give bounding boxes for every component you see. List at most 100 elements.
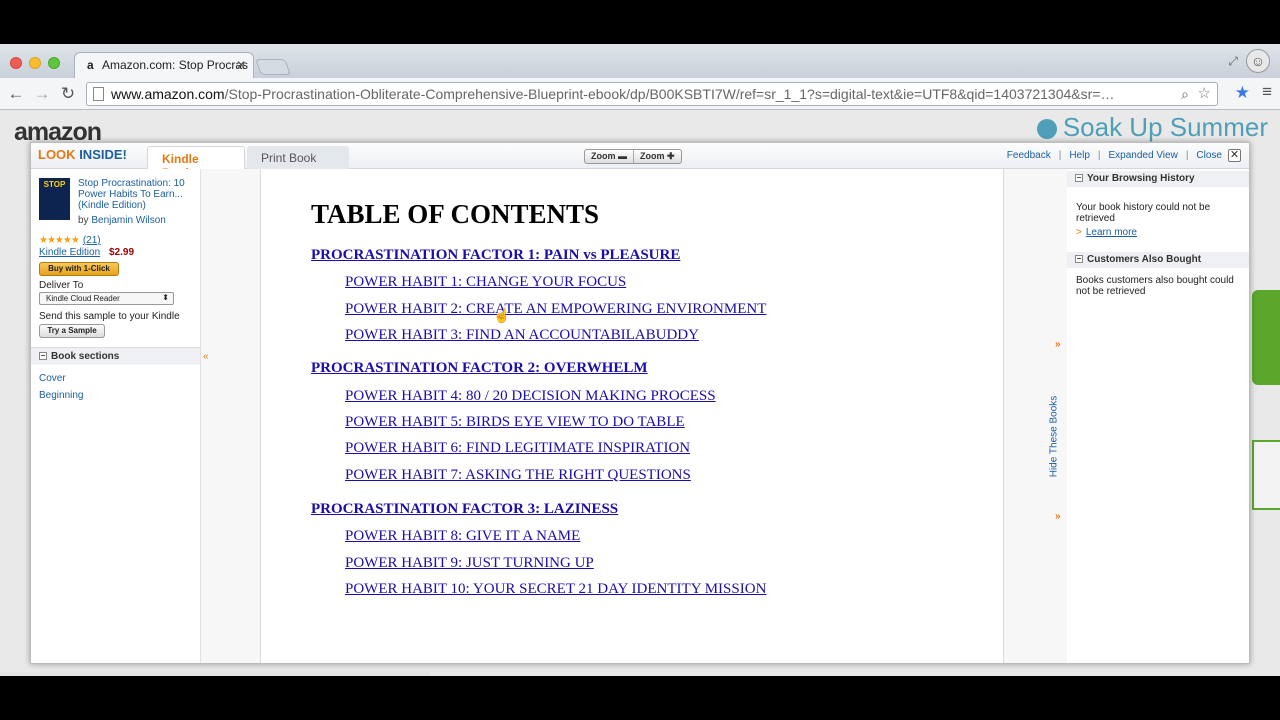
toc-habit-7[interactable]: POWER HABIT 7: ASKING THE RIGHT QUESTION…	[345, 467, 691, 484]
banner-text: Soak Up Summer	[1062, 112, 1268, 142]
toc-habit-3[interactable]: POWER HABIT 3: FIND AN ACCOUNTABILABUDDY	[345, 327, 699, 344]
section-link-beginning[interactable]: Beginning	[39, 390, 83, 401]
toc-factor-1[interactable]: PROCRASTINATION FACTOR 1: PAIN vs PLEASU…	[311, 247, 680, 264]
collapse-left-panel-icon[interactable]: «	[203, 351, 209, 362]
book-cover-thumbnail[interactable]: STOP	[39, 178, 70, 220]
toc-habit-9[interactable]: POWER HABIT 9: JUST TURNING UP	[345, 555, 594, 572]
side-panel	[1252, 440, 1280, 510]
toc-habit-4[interactable]: POWER HABIT 4: 80 / 20 DECISION MAKING P…	[345, 388, 716, 405]
browser-toolbar: ← → ↻ www.amazon.com/Stop-Procrastinatio…	[0, 78, 1280, 110]
author-link[interactable]: Benjamin Wilson	[91, 215, 165, 226]
browsing-history-title: Your Browsing History	[1087, 173, 1195, 184]
close-icon[interactable]: ✕	[1228, 149, 1241, 162]
browsing-history-header[interactable]: − Your Browsing History	[1067, 171, 1249, 187]
menu-icon[interactable]: ≡	[1262, 82, 1272, 102]
toc-title: TABLE OF CONTENTS	[311, 199, 600, 229]
minimize-window-button[interactable]	[29, 57, 41, 69]
deliver-to-label: Deliver To	[39, 280, 84, 291]
feedback-link[interactable]: Feedback	[1007, 150, 1051, 161]
section-link-cover[interactable]: Cover	[39, 373, 66, 384]
toc-factor-2[interactable]: PROCRASTINATION FACTOR 2: OVERWHELM	[311, 360, 648, 377]
tab-kindle-book[interactable]: Kindle Book	[147, 146, 245, 180]
close-window-button[interactable]	[10, 57, 22, 69]
url-host: www.amazon.com	[111, 86, 225, 102]
select-arrows-icon: ⬍	[162, 293, 169, 302]
tab-bar: a Amazon.com: Stop Procras ✕ ⤢ ☺	[0, 44, 1280, 78]
toc-factor-3[interactable]: PROCRASTINATION FACTOR 3: LAZINESS	[311, 501, 618, 518]
collapse-minus-icon[interactable]: −	[1075, 174, 1083, 182]
send-sample-label: Send this sample to your Kindle	[39, 311, 180, 322]
browser-tab[interactable]: a Amazon.com: Stop Procras ✕	[74, 52, 254, 78]
zoom-window-button[interactable]	[48, 57, 60, 69]
book-sections-title: Book sections	[51, 351, 120, 362]
summer-banner[interactable]: Soak Up Summer	[1036, 112, 1268, 143]
zoom-controls: Zoom ▬ Zoom ✚	[584, 149, 682, 164]
tab-close-icon[interactable]: ✕	[236, 58, 246, 72]
deliver-to-select[interactable]: Kindle Cloud Reader ⬍	[39, 292, 174, 305]
history-message: Your book history could not be retrieved	[1076, 202, 1211, 224]
also-bought-message: Books customers also bought could not be…	[1076, 275, 1234, 297]
toc-habit-5[interactable]: POWER HABIT 5: BIRDS EYE VIEW TO DO TABL…	[345, 414, 685, 431]
toc-habit-10[interactable]: POWER HABIT 10: YOUR SECRET 21 DAY IDENT…	[345, 581, 766, 598]
toc-habit-2[interactable]: POWER HABIT 2: CREATE AN EMPOWERING ENVI…	[345, 301, 766, 318]
author-prefix: by	[78, 215, 89, 226]
browser-window: a Amazon.com: Stop Procras ✕ ⤢ ☺ ← → ↻ ww…	[0, 44, 1280, 676]
extension-star-icon[interactable]: ★	[1235, 83, 1250, 103]
help-link[interactable]: Help	[1069, 150, 1090, 161]
book-sections-header[interactable]: − Book sections	[31, 347, 200, 365]
learn-more-text: Learn more	[1085, 227, 1137, 238]
viewer-header-links: Feedback | Help | Expanded View | Close ✕	[1006, 149, 1241, 162]
book-title-link[interactable]: Stop Procrastination: 10 Power Habits To…	[78, 178, 198, 211]
banner-icon	[1036, 119, 1057, 140]
collapse-minus-icon[interactable]: −	[1075, 255, 1083, 263]
look-inside-viewer: LOOK INSIDE! Kindle Book Print Book Zoom…	[30, 142, 1250, 664]
profile-avatar-icon[interactable]: ☺	[1246, 49, 1270, 73]
reader-left-margin	[201, 169, 261, 663]
arrow-right-icon: >	[1076, 227, 1082, 238]
try-sample-button[interactable]: Try a Sample	[39, 324, 105, 338]
expand-right-icon-2[interactable]: »	[1055, 511, 1061, 522]
new-tab-button[interactable]	[255, 59, 291, 75]
fullscreen-icon[interactable]: ⤢	[1228, 54, 1238, 69]
hand-cursor-icon: ☝	[493, 307, 511, 323]
book-price: $2.99	[109, 247, 135, 258]
buy-one-click-button[interactable]: Buy with 1-Click	[39, 262, 119, 276]
toc-habit-1[interactable]: POWER HABIT 1: CHANGE YOUR FOCUS	[345, 274, 626, 291]
recommendations-panel: − Your Browsing History Your book history…	[1067, 169, 1249, 663]
close-link[interactable]: Close	[1196, 150, 1222, 161]
bookmark-star-icon[interactable]: ☆	[1198, 83, 1211, 105]
reload-icon[interactable]: ↻	[57, 83, 79, 105]
look-inside-word-2: INSIDE!	[79, 147, 127, 162]
look-inside-logo: LOOK INSIDE!	[38, 147, 127, 162]
learn-more-link[interactable]: > Learn more	[1076, 227, 1137, 238]
rating-count-link[interactable]: (21)	[83, 235, 101, 246]
hide-books-label: Hide These Books	[1048, 395, 1060, 478]
toc-habit-8[interactable]: POWER HABIT 8: GIVE IT A NAME	[345, 528, 580, 545]
viewer-header: LOOK INSIDE! Kindle Book Print Book Zoom…	[31, 143, 1249, 180]
zoom-in-button[interactable]: Zoom ✚	[633, 150, 681, 163]
toc-habit-6[interactable]: POWER HABIT 6: FIND LEGITIMATE INSPIRATI…	[345, 440, 690, 457]
stars-icon: ★★★★★	[39, 235, 80, 246]
kindle-edition-link[interactable]: Kindle Edition	[39, 247, 100, 258]
address-bar[interactable]: www.amazon.com/Stop-Procrastination-Obli…	[86, 82, 1218, 106]
collapse-minus-icon[interactable]: −	[39, 352, 47, 360]
zoom-out-button[interactable]: Zoom ▬	[585, 150, 633, 163]
tab-title: Amazon.com: Stop Procras	[102, 58, 249, 72]
deliver-to-value: Kindle Cloud Reader	[46, 294, 120, 303]
book-info-panel: STOP Stop Procrastination: 10 Power Habi…	[31, 169, 201, 663]
book-page: TABLE OF CONTENTS PROCRASTINATION FACTOR…	[261, 169, 1003, 663]
star-rating[interactable]: ★★★★★ (21)	[39, 235, 101, 246]
back-arrow-icon[interactable]: ←	[5, 83, 27, 105]
page-icon	[93, 87, 104, 101]
forward-arrow-icon[interactable]: →	[31, 83, 53, 105]
search-icon[interactable]: ⌕	[1181, 83, 1189, 105]
also-bought-header[interactable]: − Customers Also Bought	[1067, 252, 1249, 268]
also-bought-title: Customers Also Bought	[1087, 254, 1202, 265]
book-author: by Benjamin Wilson	[78, 215, 166, 226]
side-banner	[1252, 290, 1280, 385]
expanded-view-link[interactable]: Expanded View	[1109, 150, 1178, 161]
url-path: /Stop-Procrastination-Obliterate-Compreh…	[224, 86, 1115, 102]
tab-print-book[interactable]: Print Book	[247, 146, 349, 169]
status-bar	[0, 672, 430, 676]
hide-books-toggle[interactable]: Hide These Books	[1048, 323, 1063, 563]
